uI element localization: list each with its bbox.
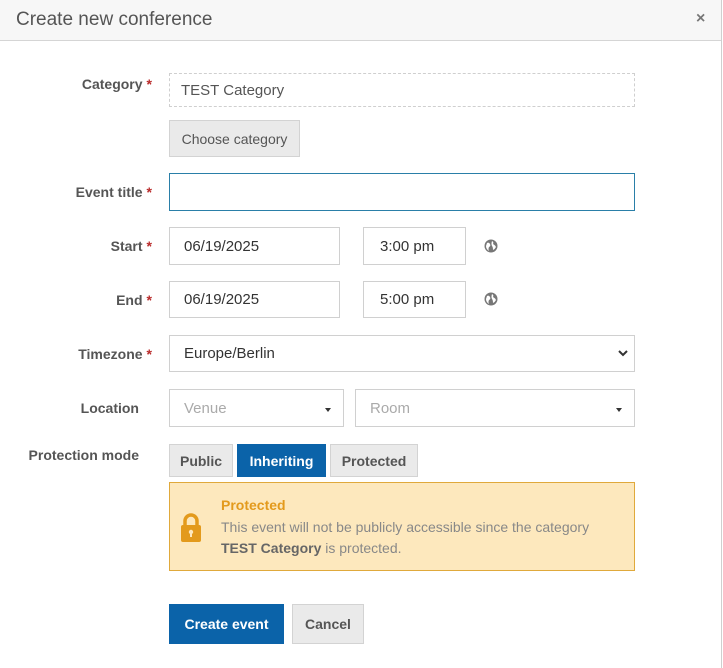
required-marker: * [146,292,152,308]
room-select[interactable]: Room [355,389,635,427]
event-title-input[interactable] [169,173,635,211]
room-placeholder: Room [370,399,411,417]
create-conference-dialog: Create new conference × Category * TEST C… [0,0,722,668]
required-marker: * [146,76,152,92]
timezone-value: Europe/Berlin [184,345,275,362]
end-label: End * [60,292,152,308]
required-marker: * [146,184,152,200]
warning-category: TEST Category [221,540,322,556]
venue-placeholder: Venue [184,399,227,417]
choose-category-button[interactable]: Choose category [169,120,300,157]
start-date-input[interactable]: 06/19/2025 [169,227,340,265]
end-time-input[interactable]: 5:00 pm [363,281,466,318]
caret-down-icon [616,408,622,412]
protection-warning: Protected This event will not be publicl… [169,482,635,571]
venue-select[interactable]: Venue [169,389,344,427]
start-label: Start * [60,238,152,254]
lock-icon [181,513,201,542]
globe-icon[interactable] [484,239,498,253]
start-time-input[interactable]: 3:00 pm [363,227,466,265]
start-label-text: Start [110,238,143,254]
timezone-select[interactable]: Europe/Berlin [169,335,635,372]
cancel-button[interactable]: Cancel [292,604,364,644]
end-date-input[interactable]: 06/19/2025 [169,281,340,318]
warning-title: Protected [221,497,286,513]
globe-icon[interactable] [484,292,498,306]
chevron-down-icon [618,350,628,357]
category-label-text: Category [81,76,143,92]
required-marker: * [146,346,152,362]
timezone-label: Timezone * [50,346,152,362]
create-event-button[interactable]: Create event [169,604,284,644]
protection-protected-button[interactable]: Protected [330,444,418,477]
end-time-value: 5:00 pm [380,291,435,308]
start-time-value: 3:00 pm [380,237,435,255]
warning-text-line: This event will not be publicly accessib… [221,519,590,535]
protection-mode-label: Protection mode [28,447,139,463]
close-icon[interactable]: × [696,10,705,28]
end-label-text: End [116,292,143,308]
category-field: TEST Category [169,73,635,107]
dialog-title: Create new conference [16,9,213,30]
dialog-titlebar: Create new conference × [0,0,721,41]
location-label: Location [80,400,139,416]
event-title-label-text: Event title [75,184,143,200]
timezone-label-text: Timezone [78,346,143,362]
protection-inheriting-button[interactable]: Inheriting [237,444,326,477]
end-date-value: 06/19/2025 [184,291,260,308]
start-date-value: 06/19/2025 [184,237,260,255]
category-label: Category * [60,76,152,92]
event-title-label: Event title * [50,184,152,200]
caret-down-icon [325,408,331,412]
protection-public-button[interactable]: Public [169,444,233,477]
required-marker: * [146,238,152,254]
category-value: TEST Category [181,81,285,99]
warning-text: This event will not be publicly accessib… [221,517,621,559]
warning-text-end: is protected. [325,540,402,556]
